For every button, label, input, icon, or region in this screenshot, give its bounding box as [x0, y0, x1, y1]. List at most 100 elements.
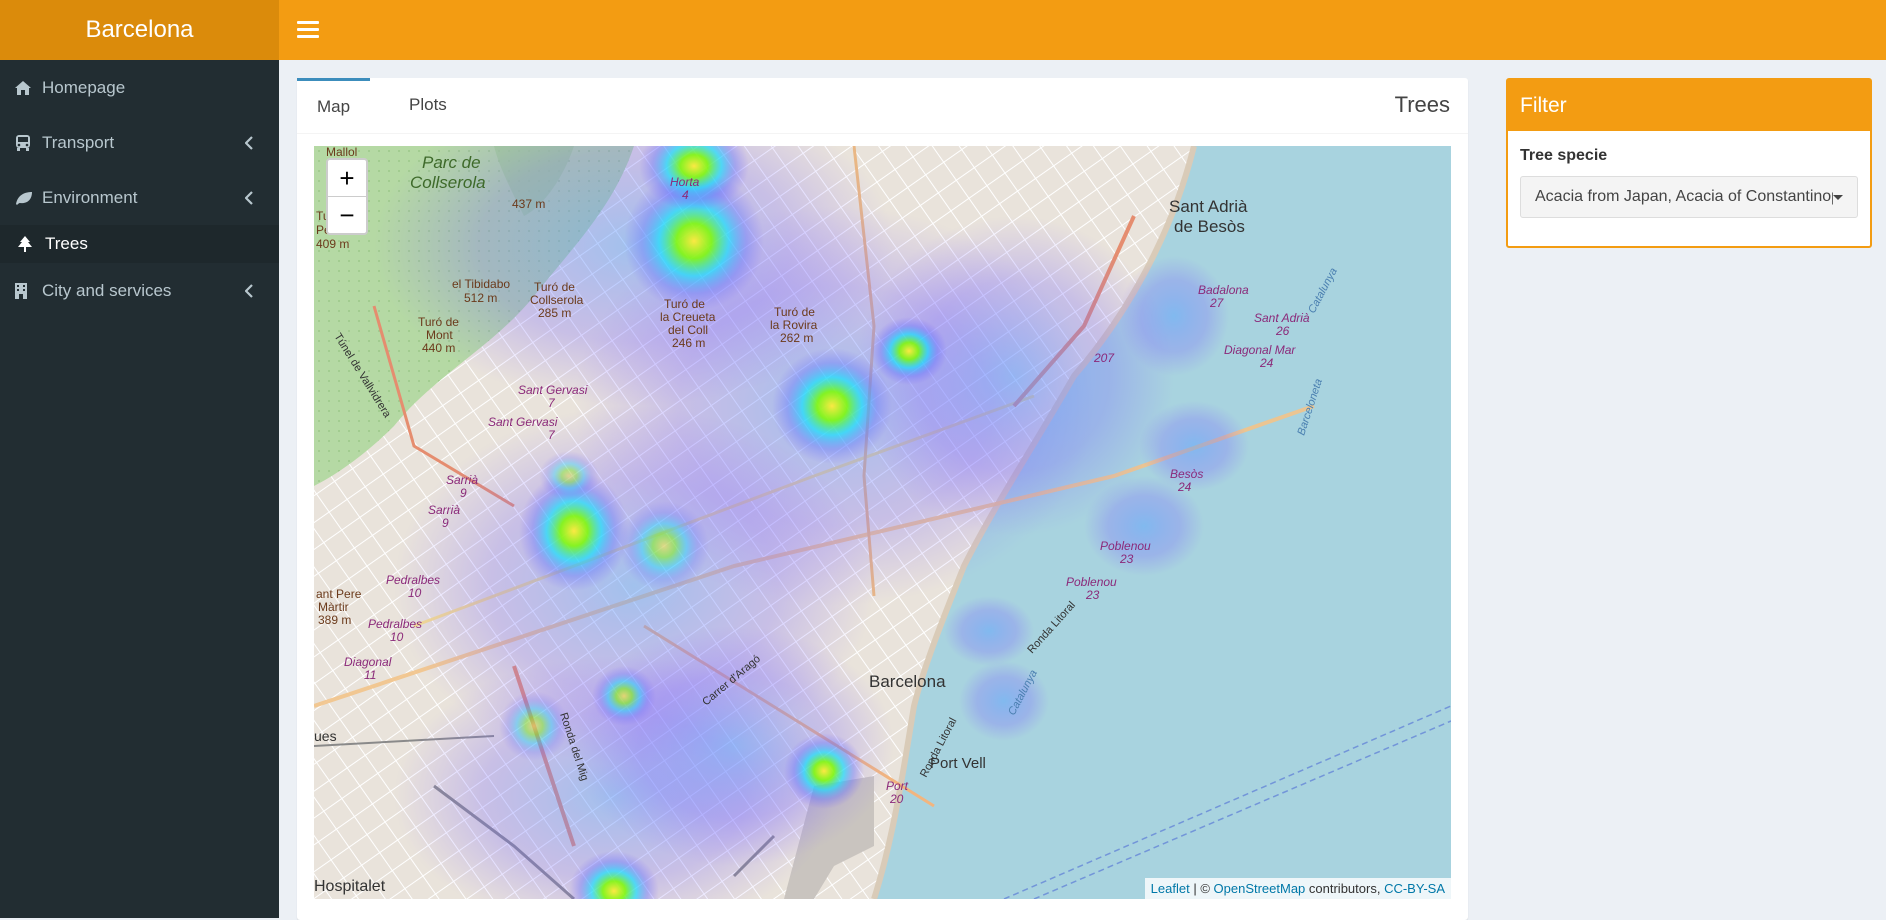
filter-title: Filter	[1508, 80, 1870, 131]
sidebar-item-trees[interactable]: Trees	[0, 225, 279, 263]
map-label: 27	[1209, 296, 1225, 310]
map-canvas[interactable]: Parc de Collserola Mallol Turó Penitent …	[314, 146, 1451, 899]
tree-specie-select[interactable]: Acacia from Japan, Acacia of Constantino…	[1520, 176, 1858, 218]
tree-icon	[17, 235, 43, 253]
map-label: 10	[408, 586, 422, 600]
top-navbar	[279, 0, 1886, 60]
map-label: 24	[1177, 480, 1192, 494]
map-label: 20	[889, 792, 904, 806]
map-label: Turó de	[418, 315, 459, 329]
sidebar-item-label: Transport	[42, 132, 115, 152]
map-label: Pedralbes	[386, 573, 440, 587]
map-label: 9	[460, 486, 467, 500]
app-title: Barcelona	[85, 16, 194, 43]
map-label: el Tibidabo	[452, 277, 510, 291]
sidebar-item-environment[interactable]: Environment	[0, 170, 279, 225]
chevron-left-icon	[245, 135, 253, 150]
sidebar-item-label: Trees	[45, 234, 88, 253]
license-link[interactable]: CC-BY-SA	[1384, 881, 1445, 896]
sidebar: Homepage Transport Environment Trees Cit…	[0, 60, 279, 918]
map-label: Sarrià	[446, 473, 478, 487]
map-label: Pedralbes	[368, 617, 422, 631]
map-label: 207	[1093, 351, 1115, 365]
chevron-left-icon	[245, 190, 253, 205]
caret-down-icon	[1833, 195, 1843, 200]
map-label: Collserola	[530, 293, 584, 307]
map-label: Turó de	[664, 297, 705, 311]
map-label: 10	[390, 630, 404, 644]
tab-map[interactable]: Map	[297, 78, 371, 132]
leaflet-link[interactable]: Leaflet	[1151, 881, 1190, 896]
map-label: ues	[314, 728, 337, 744]
map-label: Barcelona	[869, 672, 946, 691]
map-label: la Rovira	[770, 318, 818, 332]
map-label: 11	[364, 668, 376, 682]
tab-bar: Map Plots Trees	[297, 78, 1468, 134]
map-label: 437 m	[512, 197, 545, 211]
map-label: Sant Adrià	[1169, 197, 1248, 216]
zoom-control: + −	[326, 158, 368, 235]
tree-specie-label: Tree specie	[1520, 147, 1608, 164]
map-label: Mont	[426, 328, 453, 342]
osm-link[interactable]: OpenStreetMap	[1214, 881, 1306, 896]
zoom-out-button[interactable]: −	[328, 196, 366, 233]
map-attribution: Leaflet | © OpenStreetMap contributors, …	[1144, 878, 1451, 899]
leaf-icon	[14, 190, 40, 206]
heatmap-map[interactable]: Parc de Collserola Mallol Turó Penitent …	[314, 146, 1451, 899]
tab-box: Map Plots Trees Parc de Collserola Mallo…	[297, 78, 1468, 920]
map-label: Màrtir	[318, 600, 349, 614]
sidebar-item-city-services[interactable]: City and services	[0, 263, 279, 318]
home-icon	[14, 80, 40, 96]
sidebar-item-homepage[interactable]: Homepage	[0, 60, 279, 115]
map-label: Horta	[670, 175, 700, 189]
map-label: 262 m	[780, 331, 813, 345]
map-label: 23	[1119, 552, 1134, 566]
map-label: 409 m	[316, 237, 349, 251]
map-label: Turó de	[534, 280, 575, 294]
map-label: 389 m	[318, 613, 351, 627]
sidebar-item-label: Homepage	[42, 77, 126, 97]
map-label: 512 m	[464, 291, 497, 305]
map-label: Poblenou	[1100, 539, 1151, 553]
map-label: Sant Adrià	[1254, 311, 1310, 325]
sidebar-item-label: City and services	[42, 280, 172, 300]
map-label: 26	[1275, 324, 1290, 338]
map-label: Port	[886, 779, 909, 793]
map-label: Badalona	[1198, 283, 1249, 297]
tab-plots[interactable]: Plots	[395, 78, 461, 132]
attribution-separator: | ©	[1189, 881, 1214, 896]
map-label: Parc de	[422, 153, 481, 172]
map-label: ant Pere	[316, 587, 362, 601]
map-label: 4	[682, 188, 689, 202]
zoom-in-button[interactable]: +	[328, 160, 366, 196]
map-label: Turó de	[774, 305, 815, 319]
map-label: Diagonal	[344, 655, 392, 669]
map-label: Collserola	[410, 173, 486, 192]
sidebar-item-transport[interactable]: Transport	[0, 115, 279, 170]
map-label: Sant Gervasi	[518, 383, 588, 397]
attribution-contributors: contributors,	[1305, 881, 1385, 896]
map-label: 440 m	[422, 341, 455, 355]
map-label: de Besòs	[1174, 217, 1245, 236]
map-label: la Creueta	[660, 310, 716, 324]
map-label: 246 m	[672, 336, 705, 350]
map-label: 285 m	[538, 306, 571, 320]
map-label: del Coll	[668, 323, 708, 337]
map-label: Sant Gervasi	[488, 415, 558, 429]
map-label: 24	[1259, 356, 1274, 370]
app-logo[interactable]: Barcelona	[0, 0, 279, 60]
map-label: Besòs	[1170, 467, 1203, 481]
sidebar-toggle-icon[interactable]	[297, 16, 319, 42]
map-label: Hospitalet	[314, 878, 386, 895]
chevron-left-icon	[245, 283, 253, 298]
map-label: Sarrià	[428, 503, 460, 517]
sidebar-item-label: Environment	[42, 187, 138, 207]
map-label: Diagonal Mar	[1224, 343, 1296, 357]
filter-box: Filter Tree specie Acacia from Japan, Ac…	[1506, 78, 1872, 248]
map-label: 9	[442, 516, 449, 530]
bus-icon	[14, 134, 40, 152]
select-value: Acacia from Japan, Acacia of Constantino…	[1535, 188, 1833, 205]
page-title: Trees	[1394, 92, 1450, 117]
map-label: Poblenou	[1066, 575, 1117, 589]
map-label: 23	[1085, 588, 1100, 602]
